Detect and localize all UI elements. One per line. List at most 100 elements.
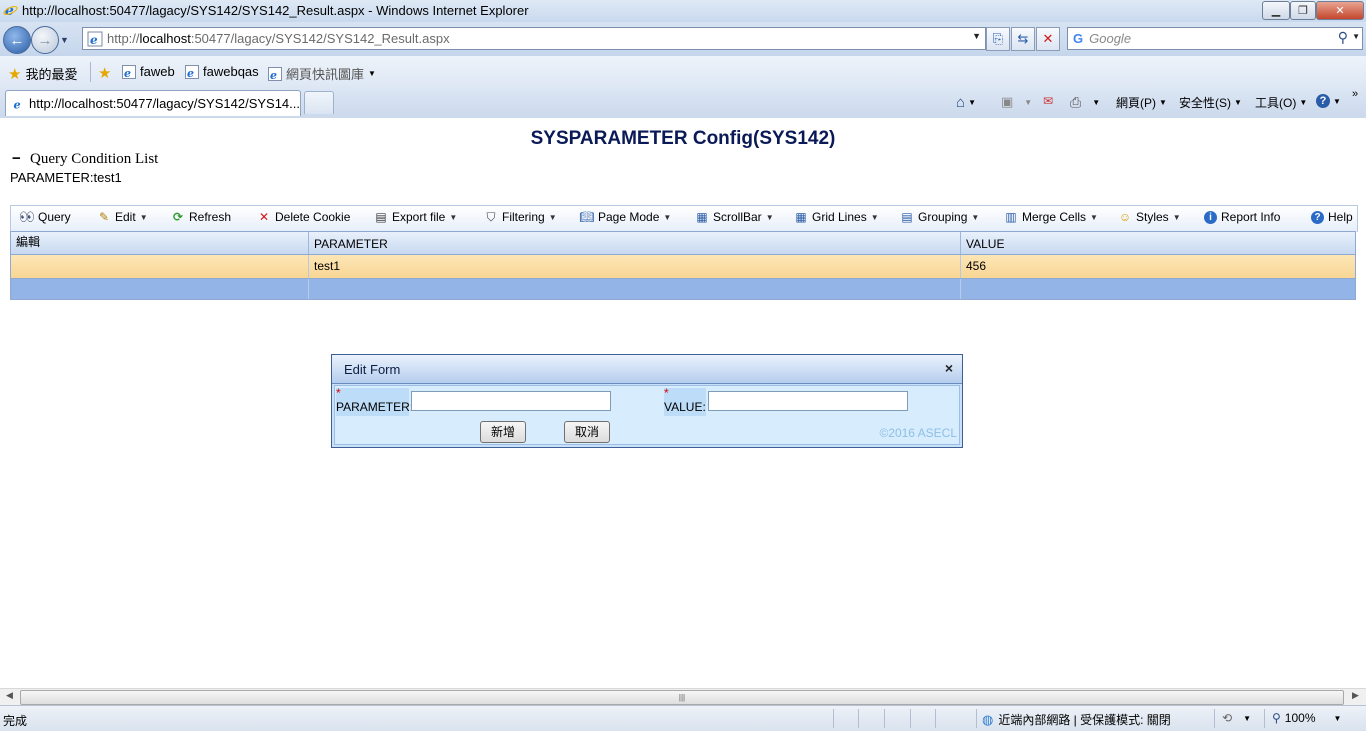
- delete-cookie-button[interactable]: ✕ Delete Cookie: [257, 210, 350, 224]
- chevron-down-icon: ▼: [971, 212, 980, 222]
- horizontal-scrollbar[interactable]: ◀ ||| ▶: [0, 688, 1366, 705]
- cell-value[interactable]: 456: [961, 255, 1355, 278]
- help-menu[interactable]: ? ▼: [1316, 94, 1341, 108]
- required-mark: *: [336, 386, 341, 400]
- status-divider: [935, 709, 936, 728]
- edit-menu-button[interactable]: ✎ Edit ▼: [97, 210, 148, 224]
- feeds-button[interactable]: ▣ ▼: [1001, 94, 1032, 110]
- report-info-button[interactable]: i Report Info: [1204, 210, 1280, 224]
- chevron-down-icon: ▼: [1333, 713, 1342, 723]
- ie-page-icon: e: [185, 64, 199, 79]
- web-slice-gallery-link[interactable]: e 網頁快訊圖庫 ▼: [268, 64, 376, 83]
- export-file-button[interactable]: ▤ Export file ▼: [374, 210, 457, 224]
- required-mark: *: [664, 386, 669, 400]
- new-record-row[interactable]: [10, 278, 1356, 300]
- filtering-button[interactable]: ⛉ Filtering ▼: [484, 210, 556, 225]
- column-header-edit[interactable]: 編輯: [11, 232, 309, 254]
- minimize-icon: ▁: [1271, 5, 1281, 17]
- edit-form-dialog: Edit Form × * PARAMETER: * VALUE: 新增 取消 …: [331, 354, 963, 448]
- page-menu[interactable]: 網頁(P) ▼: [1116, 94, 1167, 111]
- popup-blocker-button[interactable]: ⟲ ▼: [1222, 711, 1251, 725]
- grid-header-row: 編輯 PARAMETER VALUE: [10, 231, 1356, 255]
- tools-menu[interactable]: 工具(O) ▼: [1255, 94, 1307, 111]
- scroll-right-icon[interactable]: ▶: [1352, 690, 1359, 701]
- page-mode-button[interactable]: 📖︎ Page Mode ▼: [579, 210, 671, 224]
- back-button[interactable]: ←: [3, 26, 31, 54]
- home-button[interactable]: ⌂ ▼: [956, 94, 976, 111]
- favorite-link-label: faweb: [140, 64, 175, 79]
- chevron-double-right-icon: »: [1352, 88, 1359, 100]
- search-input[interactable]: G Google ⚲ ▼: [1067, 27, 1363, 50]
- help-button[interactable]: ? Help: [1311, 210, 1353, 224]
- read-mail-button[interactable]: ✉: [1043, 94, 1053, 108]
- favorites-button[interactable]: ★ 我的最愛: [8, 64, 77, 83]
- favorites-divider: [90, 62, 91, 82]
- address-input[interactable]: e http://localhost:50477/lagacy/SYS142/S…: [82, 27, 986, 50]
- dialog-header[interactable]: Edit Form ×: [332, 355, 962, 384]
- minimize-button[interactable]: ▁: [1262, 1, 1290, 20]
- edit-label: Edit: [115, 210, 136, 224]
- settings-arrow-icon: ⟲: [1222, 711, 1233, 725]
- tab-active[interactable]: e http://localhost:50477/lagacy/SYS142/S…: [5, 90, 301, 116]
- safety-menu[interactable]: 安全性(S) ▼: [1179, 94, 1242, 111]
- book-icon: 📖︎: [579, 210, 595, 224]
- compatibility-icon: ⎘: [992, 31, 1004, 46]
- more-commands-button[interactable]: »: [1352, 88, 1358, 100]
- merge-cells-button[interactable]: ▥ Merge Cells ▼: [1004, 210, 1098, 224]
- search-options-icon[interactable]: ▼: [1352, 32, 1360, 41]
- chevron-down-icon: ▼: [765, 212, 774, 222]
- column-header-value[interactable]: VALUE: [961, 232, 1355, 254]
- grouping-button[interactable]: ▤ Grouping ▼: [900, 210, 979, 224]
- chevron-down-icon: ▼: [1024, 97, 1033, 107]
- close-icon[interactable]: ×: [945, 360, 953, 376]
- maximize-button[interactable]: ❐: [1290, 1, 1316, 20]
- forward-button[interactable]: →: [31, 26, 59, 54]
- scrollbar-label: ScrollBar: [713, 210, 762, 224]
- chevron-down-icon: ▼: [1243, 713, 1251, 723]
- cell-edit[interactable]: [11, 255, 309, 278]
- grid-lines-button[interactable]: ▦ Grid Lines ▼: [794, 210, 878, 224]
- add-button[interactable]: 新增: [480, 421, 526, 443]
- address-dropdown-icon[interactable]: ▼: [972, 31, 981, 41]
- svg-text:e: e: [270, 69, 277, 81]
- column-header-parameter[interactable]: PARAMETER: [309, 232, 961, 254]
- cell-parameter-empty[interactable]: [309, 279, 961, 299]
- collapse-toggle-icon[interactable]: −: [12, 150, 21, 167]
- cell-edit-empty[interactable]: [11, 279, 309, 299]
- status-divider: [910, 709, 911, 728]
- add-favorite-button[interactable]: ★: [98, 64, 111, 82]
- print-button[interactable]: ⎙ ▼: [1070, 94, 1100, 111]
- ie-page-icon: e: [268, 66, 282, 81]
- search-icon[interactable]: ⚲: [1338, 29, 1348, 46]
- table-row[interactable]: test1 456: [10, 255, 1356, 278]
- cell-value-empty[interactable]: [961, 279, 1355, 299]
- styles-button[interactable]: ☺ Styles ▼: [1118, 210, 1181, 224]
- tab-bar: e http://localhost:50477/lagacy/SYS142/S…: [0, 88, 1366, 118]
- recent-pages-dropdown[interactable]: ▼: [60, 35, 69, 45]
- parameter-field-label: * PARAMETER:: [336, 386, 413, 416]
- value-field[interactable]: [708, 391, 908, 411]
- refresh-page-button[interactable]: ⇆: [1011, 27, 1035, 51]
- scrollbar-button[interactable]: ▦ ScrollBar ▼: [695, 210, 774, 224]
- chevron-down-icon: ▼: [968, 98, 976, 107]
- refresh-button[interactable]: ⟳ Refresh: [171, 210, 231, 224]
- printer-icon: ⎙: [1070, 94, 1082, 110]
- new-tab-button[interactable]: [304, 91, 334, 114]
- favorite-link-faweb[interactable]: e faweb: [122, 64, 175, 79]
- add-favorite-icon: ★: [98, 65, 112, 82]
- security-zone[interactable]: ◍ 近端內部網路 | 受保護模式: 關閉: [982, 711, 1171, 728]
- scroll-left-icon[interactable]: ◀: [6, 690, 13, 701]
- cancel-button[interactable]: 取消: [564, 421, 610, 443]
- zoom-control[interactable]: ⚲ 100% ▼: [1272, 711, 1341, 725]
- scrollbar-thumb[interactable]: |||: [20, 690, 1344, 705]
- compatibility-view-button[interactable]: ⎘: [986, 27, 1010, 51]
- favorite-link-fawebqas[interactable]: e fawebqas: [185, 64, 259, 79]
- query-button[interactable]: 👀︎ Query: [19, 210, 70, 224]
- close-window-button[interactable]: ✕: [1316, 1, 1364, 20]
- parameter-field[interactable]: [411, 391, 611, 411]
- cell-parameter[interactable]: test1: [309, 255, 961, 278]
- help-icon: ?: [1311, 210, 1324, 224]
- stop-button[interactable]: ✕: [1036, 27, 1060, 51]
- page-icon: e: [87, 31, 103, 47]
- binoculars-icon: 👀︎: [19, 210, 35, 224]
